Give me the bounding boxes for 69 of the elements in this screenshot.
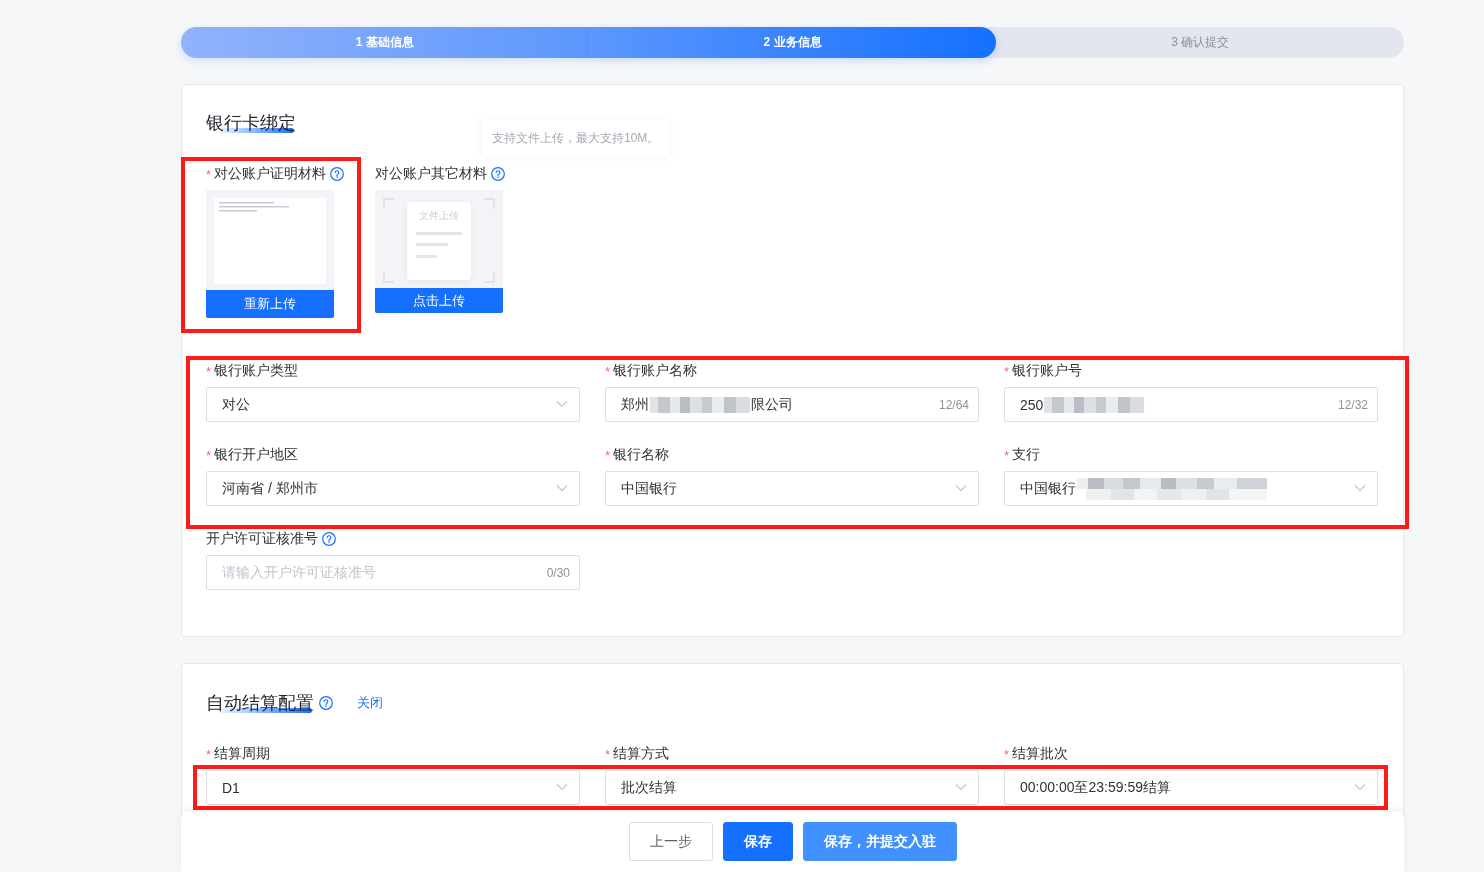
chevron-down-icon	[955, 485, 967, 492]
field-label: 结算周期	[214, 745, 271, 763]
field-label: 银行账户类型	[214, 362, 299, 380]
field-value: 郑州	[621, 395, 649, 414]
help-icon[interactable]	[330, 167, 345, 181]
placeholder-text: 请输入开户许可证核准号	[222, 563, 376, 582]
required-mark: *	[206, 166, 212, 182]
input-field[interactable]: 250 12/32	[1004, 387, 1378, 422]
section-title: 自动结算配置	[206, 691, 314, 715]
field-label: 银行开户地区	[214, 446, 299, 464]
required-mark: *	[206, 447, 212, 463]
char-counter: 0/30	[546, 565, 570, 580]
field-label: 开户许可证核准号	[206, 530, 318, 548]
field-label: 银行账户名称	[613, 362, 698, 380]
tooltip: 支持文件上传，最大支持10M。	[482, 119, 670, 157]
field-label: 对公账户其它材料	[375, 165, 487, 183]
field-value: 限公司	[751, 395, 793, 414]
chevron-down-icon	[955, 784, 967, 791]
select-field[interactable]: 00:00:00至23:59:59结算	[1004, 770, 1378, 805]
select-field[interactable]: 批次结算	[605, 770, 979, 805]
upload-button[interactable]: 重新上传	[206, 290, 334, 318]
field-value: 河南省 / 郑州市	[222, 479, 318, 498]
select-field[interactable]: 中国银行	[605, 471, 979, 506]
field-value: 对公	[222, 395, 250, 414]
field-value: 批次结算	[621, 778, 677, 797]
field-value: 中国银行	[1020, 479, 1076, 498]
corner-frame-icon	[383, 198, 495, 283]
field-label: 支行	[1012, 446, 1041, 464]
required-mark: *	[605, 447, 611, 463]
save-button[interactable]: 保存	[722, 822, 793, 861]
required-mark: *	[206, 363, 212, 379]
close-link[interactable]: 关闭	[357, 694, 383, 712]
required-mark: *	[605, 746, 611, 762]
select-field[interactable]: 河南省 / 郑州市	[206, 471, 580, 506]
text-lines-icon	[416, 232, 462, 258]
field-value: 250	[1020, 396, 1044, 413]
field-label: 银行名称	[613, 446, 670, 464]
step-item: 2 业务信息	[588, 27, 997, 58]
field-label: 银行账户号	[1012, 362, 1083, 380]
step-item: 3 确认提交	[1170, 34, 1231, 51]
field-label: 结算批次	[1012, 745, 1069, 763]
upload-button[interactable]: 点击上传	[375, 288, 503, 313]
help-icon[interactable]	[322, 532, 336, 546]
chevron-down-icon	[556, 784, 568, 791]
chevron-down-icon	[556, 485, 568, 492]
required-mark: *	[1004, 746, 1010, 762]
field-value: D1	[222, 779, 240, 796]
help-icon[interactable]	[319, 696, 333, 710]
input-field[interactable]: 郑州 限公司 12/64	[605, 387, 979, 422]
back-button[interactable]: 上一步	[628, 822, 713, 861]
section-title: 银行卡绑定	[206, 111, 296, 135]
field-label: 对公账户证明材料	[214, 165, 327, 183]
select-field[interactable]: 对公	[206, 387, 580, 422]
chevron-down-icon	[1354, 784, 1366, 791]
field-value: 中国银行	[621, 479, 677, 498]
chevron-down-icon	[1354, 485, 1366, 492]
char-counter: 12/32	[1337, 397, 1368, 412]
required-mark: *	[605, 363, 611, 379]
help-icon[interactable]	[491, 167, 505, 181]
required-mark: *	[1004, 447, 1010, 463]
chevron-down-icon	[556, 401, 568, 408]
select-field[interactable]: D1	[206, 770, 580, 805]
required-mark: *	[206, 746, 212, 762]
step-item: 1 基础信息	[181, 27, 589, 58]
field-label: 结算方式	[613, 745, 670, 763]
char-counter: 12/64	[938, 397, 969, 412]
required-mark: *	[1004, 363, 1010, 379]
select-field[interactable]: 中国银行	[1004, 471, 1378, 506]
field-value: 00:00:00至23:59:59结算	[1020, 778, 1171, 797]
